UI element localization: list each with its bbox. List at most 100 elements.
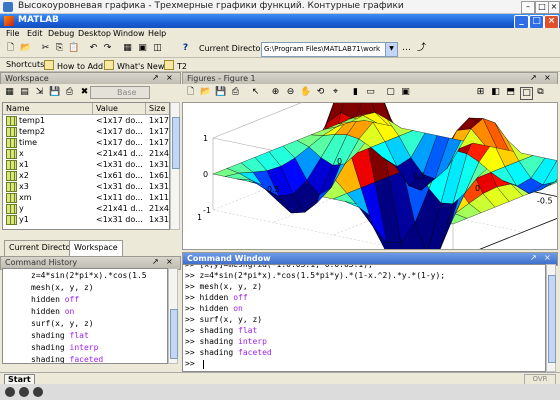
new-variable-icon[interactable]: ▦ [4,87,15,98]
table-row[interactable]: x3 <1x31 do... 1x31 [3,181,169,192]
rewind-icon[interactable] [5,387,15,397]
play-icon[interactable] [19,387,29,397]
pan-hand-icon[interactable]: ✋ [300,87,311,98]
close-icon[interactable]: × [544,253,551,262]
shortcut-whats-new[interactable]: What's New [104,60,164,71]
table-row[interactable]: y1 <1x31 do... 1x31 [3,214,169,225]
select-arrow-icon[interactable]: ↖ [250,87,261,98]
history-item[interactable]: z=4*sin(2*pi*x).*cos(1.5 [31,271,147,280]
stack-select[interactable]: Base [90,86,150,99]
history-scrollbar[interactable] [168,268,178,364]
undock-icon[interactable]: ↗ [152,73,159,82]
figure-title: Figures - Figure 1 [187,74,256,83]
delete-icon[interactable]: ✖ [79,87,90,98]
tab-workspace[interactable]: Workspace [69,240,123,257]
menu-file[interactable]: File [6,29,19,38]
maximize-icon[interactable]: □ [535,1,549,14]
layout-left-icon[interactable]: ◧ [490,87,501,98]
copy-icon[interactable]: ⎘ [54,43,65,54]
history-item[interactable]: shading flat [31,331,89,340]
figure-plot-area[interactable]: 10-10.50-0.5-110.50 [182,71,560,283]
command-scrollbar[interactable] [546,264,556,372]
cut-icon[interactable]: ✂ [40,43,51,54]
hide-plot-tools-icon[interactable]: ▢ [385,87,396,98]
table-row[interactable]: temp2 <1x17 do... 1x17 [3,126,169,137]
rotate-3d-icon[interactable]: ⟲ [315,87,326,98]
menu-help[interactable]: Help [148,29,166,38]
table-row[interactable]: x <21x41 d... 21x4 [3,148,169,159]
save-icon[interactable]: 💾 [49,87,60,98]
import-data-icon[interactable]: ⇲ [34,87,45,98]
scroll-thumb[interactable] [170,309,178,359]
insert-colorbar-icon[interactable]: ▮ [350,87,361,98]
table-row[interactable]: xm <1x11 do... 1x11 [3,192,169,203]
open-folder-icon[interactable]: 📂 [20,43,31,54]
undock-icon[interactable]: ↗ [530,73,537,82]
layout-float-icon[interactable]: ⧉ [535,87,546,98]
zoom-out-icon[interactable]: ⊖ [285,87,296,98]
redo-icon[interactable]: ↷ [102,43,113,54]
history-item[interactable]: hidden off [31,295,79,304]
zoom-in-icon[interactable]: ⊕ [270,87,281,98]
table-row[interactable]: temp1 <1x17 do... 1x17 [3,115,169,126]
prompt: >> [185,282,195,291]
close-icon[interactable]: × [548,1,560,14]
layout-single-icon[interactable]: □ [520,87,533,100]
new-file-icon[interactable]: 🗋 [5,43,16,54]
profiler-icon[interactable]: ◫ [152,43,163,54]
menu-edit[interactable]: Edit [27,29,43,38]
data-cursor-icon[interactable]: ⌖ [330,87,341,98]
current-directory-input[interactable]: G:\Program Files\MATLAB71\work [261,42,389,57]
history-item[interactable]: surf(x, y, z) [31,319,94,328]
close-icon[interactable]: × [166,73,173,82]
column-header-size[interactable]: Size [146,103,169,115]
y-tick-label: -0.5 [537,197,553,206]
close-icon[interactable]: × [544,73,551,82]
open-selection-icon[interactable]: ▤ [19,87,30,98]
guide-icon[interactable]: ▣ [137,43,148,54]
forward-icon[interactable] [33,387,43,397]
scroll-thumb[interactable] [172,117,180,169]
close-icon[interactable]: × [166,257,173,266]
layout-top-icon[interactable]: ⬒ [505,87,516,98]
undock-icon[interactable]: ↗ [152,257,159,266]
shortcut-t2[interactable]: T2 [164,60,187,71]
parent-folder-icon[interactable]: ⤴ [416,43,427,54]
simulink-icon[interactable]: ▦ [122,43,133,54]
undock-icon[interactable]: ↗ [530,253,537,262]
history-item[interactable]: shading faceted [31,355,103,363]
help-icon[interactable]: ? [180,43,191,54]
table-row[interactable]: x2 <1x61 do... 1x61 [3,170,169,181]
undo-icon[interactable]: ↶ [88,43,99,54]
chevron-down-icon[interactable]: ▼ [385,42,398,57]
minimize-icon[interactable]: – [521,1,535,14]
table-row[interactable]: x1 <1x31 do... 1x31 [3,159,169,170]
command-window-body[interactable]: >> [x,y]=meshgrid(-1:0.05:1, 0:0.05:1); >… [182,264,546,372]
window-close-button[interactable]: × [544,15,559,29]
browse-folder-button[interactable]: … [401,43,412,54]
column-header-name[interactable]: Name [3,103,93,115]
menu-desktop[interactable]: Desktop [78,29,111,38]
scroll-thumb[interactable] [548,275,556,363]
paste-icon[interactable]: 📋 [68,43,79,54]
history-item[interactable]: shading interp [31,343,98,352]
history-item[interactable]: mesh(x, y, z) [31,283,94,292]
new-figure-icon[interactable]: 🗋 [185,87,196,98]
print-figure-icon[interactable]: ⎙ [230,87,241,98]
print-icon[interactable]: ⎙ [64,87,75,98]
column-header-value[interactable]: Value [93,103,146,115]
shortcut-how-to-add[interactable]: How to Add [44,60,103,71]
menu-window[interactable]: Window [113,29,145,38]
insert-legend-icon[interactable]: ▭ [365,87,376,98]
table-row[interactable]: time <1x17 do... 1x17 [3,137,169,148]
window-minimize-button[interactable]: _ [514,15,529,29]
history-item[interactable]: hidden on [31,307,74,316]
save-figure-icon[interactable]: 💾 [215,87,226,98]
layout-tile-icon[interactable]: ⊞ [475,87,486,98]
menu-debug[interactable]: Debug [48,29,74,38]
workspace-scrollbar[interactable] [170,102,180,230]
open-figure-icon[interactable]: 📂 [200,87,211,98]
table-row[interactable]: y <21x41 d... 21x4 [3,203,169,214]
show-plot-tools-icon[interactable]: ▣ [400,87,411,98]
window-maximize-button[interactable]: □ [529,15,544,29]
